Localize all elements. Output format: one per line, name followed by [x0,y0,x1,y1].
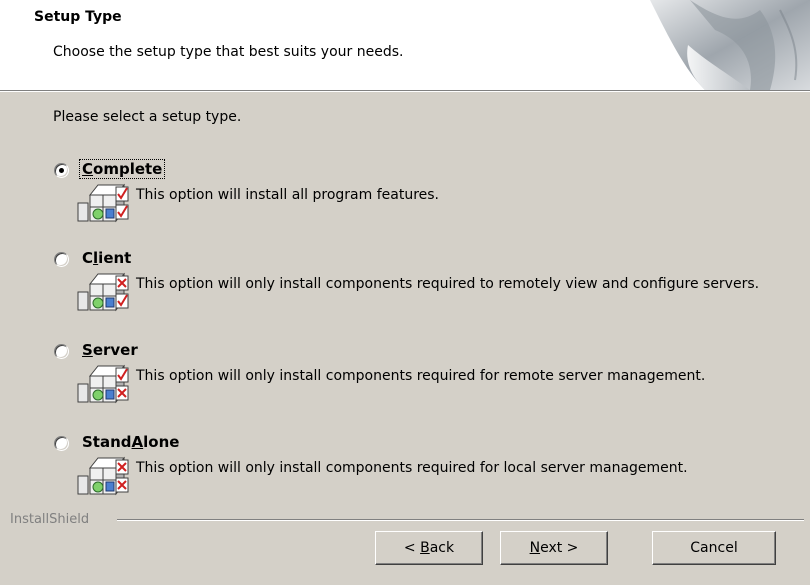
option-label-server[interactable]: Server [80,341,140,359]
radio-complete[interactable] [54,163,69,178]
option-label-complete[interactable]: Complete [78,159,166,179]
back-button[interactable]: < Back [375,531,483,565]
option-description-server: This option will only install components… [136,368,706,384]
radio-standalone[interactable] [54,436,69,451]
setup-option-client[interactable]: Client This option will only install com… [54,249,794,320]
setup-option-complete[interactable]: Complete This option will install all pr… [54,159,794,231]
setup-components-icon [77,272,129,312]
option-description-complete: This option will install all program fea… [136,187,440,203]
page-title: Setup Type [34,9,122,25]
setup-components-icon [77,364,129,404]
header-divider-highlight [0,91,810,92]
footer-divider-highlight [117,520,804,521]
cancel-button[interactable]: Cancel [652,531,776,565]
page-subtitle: Choose the setup type that best suits yo… [53,44,404,60]
option-label-client[interactable]: Client [80,249,133,267]
option-description-client: This option will only install components… [136,276,760,292]
wizard-header: Setup Type Choose the setup type that be… [0,0,810,90]
radio-client[interactable] [54,252,69,267]
installshield-brand-label: InstallShield [10,512,90,527]
page-curl-banner-icon [650,0,810,90]
option-label-standalone[interactable]: StandAlone [80,433,181,451]
next-button[interactable]: Next > [500,531,608,565]
setup-type-prompt: Please select a setup type. [53,109,242,125]
setup-components-icon [77,456,129,496]
setup-option-standalone[interactable]: StandAlone This option will only install… [54,433,794,504]
radio-server[interactable] [54,344,69,359]
setup-components-icon [77,183,129,223]
setup-option-server[interactable]: Server This option will only install com… [54,341,794,412]
option-description-standalone: This option will only install components… [136,460,688,476]
